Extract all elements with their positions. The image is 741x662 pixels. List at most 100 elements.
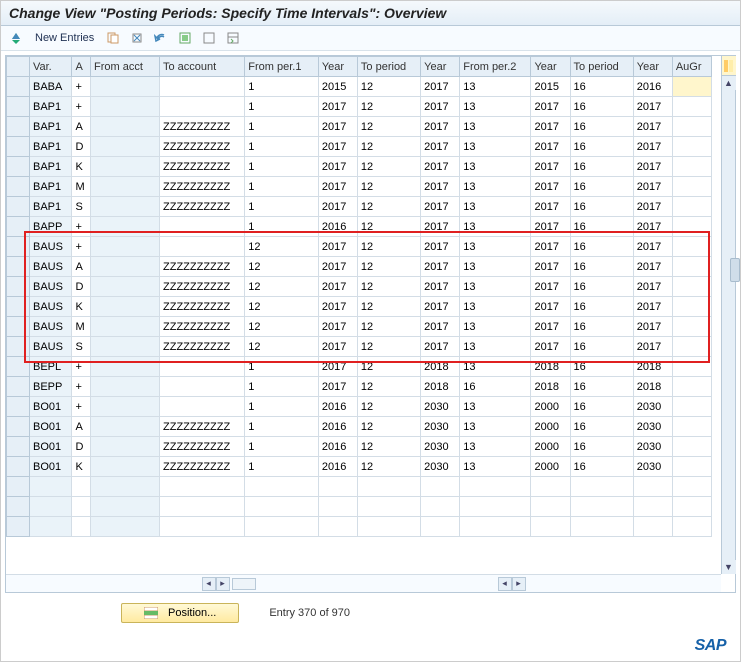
- cell-to-acct[interactable]: ZZZZZZZZZZ: [160, 257, 245, 277]
- cell-from-per1[interactable]: 1: [245, 197, 319, 217]
- cell-year3[interactable]: 2017: [531, 137, 570, 157]
- cell-a[interactable]: M: [72, 177, 91, 197]
- cell-year1[interactable]: 2017: [318, 277, 357, 297]
- cell-year1[interactable]: 2016: [318, 397, 357, 417]
- cell-year3[interactable]: 2017: [531, 337, 570, 357]
- row-select-button[interactable]: [7, 157, 30, 177]
- cell-year4[interactable]: 2016: [633, 77, 672, 97]
- cell-year3[interactable]: 2000: [531, 397, 570, 417]
- cell-to-period1[interactable]: 12: [357, 77, 420, 97]
- vertical-scrollbar[interactable]: ▲ ▼: [721, 56, 735, 574]
- empty-cell[interactable]: [421, 477, 460, 497]
- cell-augr[interactable]: [672, 257, 711, 277]
- cell-year4[interactable]: 2017: [633, 337, 672, 357]
- col-from-acct[interactable]: From acct: [91, 57, 160, 77]
- cell-from-acct[interactable]: [91, 317, 160, 337]
- empty-cell[interactable]: [421, 517, 460, 537]
- scroll-down-icon[interactable]: ▼: [722, 560, 736, 574]
- cell-year4[interactable]: 2017: [633, 237, 672, 257]
- cell-from-per2[interactable]: 13: [460, 297, 531, 317]
- empty-cell[interactable]: [633, 497, 672, 517]
- position-button[interactable]: Position...: [121, 603, 239, 623]
- cell-a[interactable]: A: [72, 117, 91, 137]
- cell-year3[interactable]: 2017: [531, 177, 570, 197]
- cell-year2[interactable]: 2017: [421, 197, 460, 217]
- cell-augr[interactable]: [672, 317, 711, 337]
- cell-to-acct[interactable]: ZZZZZZZZZZ: [160, 197, 245, 217]
- cell-to-acct[interactable]: ZZZZZZZZZZ: [160, 297, 245, 317]
- scroll-thumb[interactable]: [730, 258, 740, 282]
- cell-to-period2[interactable]: 16: [570, 277, 633, 297]
- cell-to-period2[interactable]: 16: [570, 197, 633, 217]
- cell-year4[interactable]: 2030: [633, 437, 672, 457]
- empty-cell[interactable]: [160, 477, 245, 497]
- cell-var[interactable]: BEPL: [29, 357, 71, 377]
- cell-to-acct[interactable]: ZZZZZZZZZZ: [160, 277, 245, 297]
- empty-cell[interactable]: [7, 477, 30, 497]
- cell-from-acct[interactable]: [91, 377, 160, 397]
- cell-to-period2[interactable]: 16: [570, 177, 633, 197]
- cell-to-acct[interactable]: [160, 357, 245, 377]
- cell-var[interactable]: BAUS: [29, 237, 71, 257]
- row-select-button[interactable]: [7, 457, 30, 477]
- cell-from-per2[interactable]: 13: [460, 397, 531, 417]
- cell-year3[interactable]: 2018: [531, 357, 570, 377]
- cell-year3[interactable]: 2017: [531, 157, 570, 177]
- empty-cell[interactable]: [357, 517, 420, 537]
- cell-var[interactable]: BAP1: [29, 157, 71, 177]
- cell-var[interactable]: BAUS: [29, 337, 71, 357]
- row-select-button[interactable]: [7, 217, 30, 237]
- cell-to-period2[interactable]: 16: [570, 317, 633, 337]
- cell-year1[interactable]: 2017: [318, 237, 357, 257]
- row-select-button[interactable]: [7, 297, 30, 317]
- cell-from-per1[interactable]: 1: [245, 417, 319, 437]
- cell-year3[interactable]: 2015: [531, 77, 570, 97]
- cell-year4[interactable]: 2030: [633, 397, 672, 417]
- cell-year3[interactable]: 2017: [531, 317, 570, 337]
- row-select-button[interactable]: [7, 237, 30, 257]
- cell-from-per2[interactable]: 16: [460, 377, 531, 397]
- select-all-icon[interactable]: [176, 30, 194, 46]
- col-year4[interactable]: Year: [633, 57, 672, 77]
- cell-a[interactable]: +: [72, 397, 91, 417]
- cell-augr[interactable]: [672, 197, 711, 217]
- cell-var[interactable]: BAP1: [29, 177, 71, 197]
- cell-year3[interactable]: 2017: [531, 217, 570, 237]
- cell-augr[interactable]: [672, 137, 711, 157]
- cell-year3[interactable]: 2017: [531, 237, 570, 257]
- cell-from-per2[interactable]: 13: [460, 77, 531, 97]
- cell-a[interactable]: +: [72, 77, 91, 97]
- cell-to-period2[interactable]: 16: [570, 77, 633, 97]
- cell-to-period1[interactable]: 12: [357, 237, 420, 257]
- cell-year2[interactable]: 2030: [421, 417, 460, 437]
- cell-from-acct[interactable]: [91, 137, 160, 157]
- row-select-button[interactable]: [7, 137, 30, 157]
- cell-year2[interactable]: 2017: [421, 157, 460, 177]
- empty-cell[interactable]: [318, 477, 357, 497]
- cell-from-per2[interactable]: 13: [460, 417, 531, 437]
- cell-augr[interactable]: [672, 397, 711, 417]
- row-select-button[interactable]: [7, 277, 30, 297]
- cell-to-period1[interactable]: 12: [357, 337, 420, 357]
- cell-to-period1[interactable]: 12: [357, 297, 420, 317]
- cell-to-period1[interactable]: 12: [357, 397, 420, 417]
- empty-cell[interactable]: [245, 477, 319, 497]
- cell-year1[interactable]: 2017: [318, 177, 357, 197]
- cell-a[interactable]: K: [72, 457, 91, 477]
- cell-from-acct[interactable]: [91, 117, 160, 137]
- cell-var[interactable]: BAP1: [29, 137, 71, 157]
- cell-from-per2[interactable]: 13: [460, 257, 531, 277]
- empty-cell[interactable]: [672, 517, 711, 537]
- cell-from-acct[interactable]: [91, 417, 160, 437]
- row-select-button[interactable]: [7, 377, 30, 397]
- col-var[interactable]: Var.: [29, 57, 71, 77]
- empty-cell[interactable]: [421, 497, 460, 517]
- col-to-period1[interactable]: To period: [357, 57, 420, 77]
- cell-a[interactable]: M: [72, 317, 91, 337]
- cell-from-per1[interactable]: 1: [245, 217, 319, 237]
- row-select-button[interactable]: [7, 437, 30, 457]
- cell-to-period1[interactable]: 12: [357, 357, 420, 377]
- deselect-all-icon[interactable]: [200, 30, 218, 46]
- cell-from-acct[interactable]: [91, 297, 160, 317]
- cell-from-acct[interactable]: [91, 437, 160, 457]
